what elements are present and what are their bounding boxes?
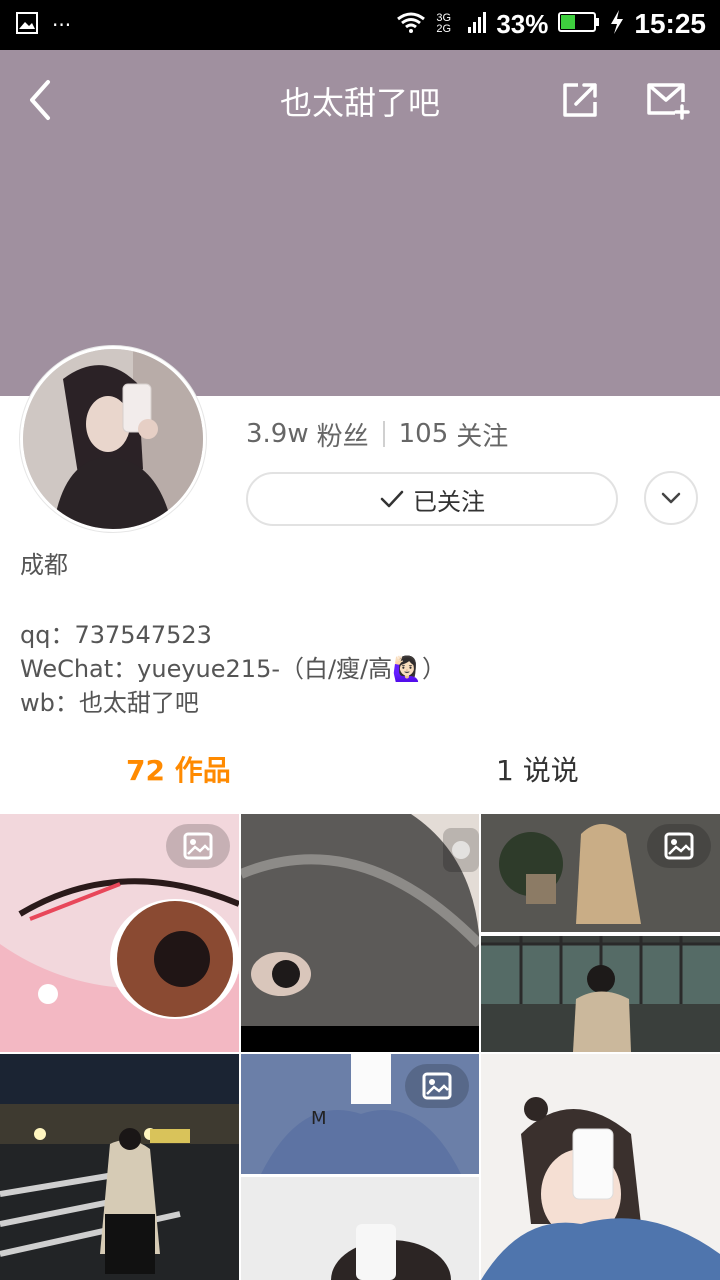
profile-bio: 成都 qq：737547523 WeChat：yueyue215-（白/瘦/高🙋… [20, 548, 710, 720]
share-icon [563, 83, 597, 117]
avatar[interactable] [20, 346, 206, 532]
works-grid: M [0, 814, 720, 1280]
followers-label[interactable]: 粉丝 [317, 416, 369, 453]
check-icon [380, 490, 404, 508]
image-badge [405, 1064, 469, 1108]
tab-works[interactable]: 72 作品 [126, 749, 231, 789]
followed-label: 已关注 [413, 487, 485, 516]
location-text: 成都 [20, 551, 68, 579]
charging-icon [610, 9, 624, 39]
grid-item[interactable] [481, 1054, 720, 1280]
share-button[interactable] [560, 80, 600, 120]
image-icon [664, 832, 694, 860]
followers-count[interactable]: 3.9w [246, 419, 309, 449]
image-icon [183, 832, 213, 860]
chevron-down-icon [661, 492, 681, 504]
video-badge [443, 828, 479, 872]
cell-signal-icon [468, 11, 487, 38]
bio-line-qq: qq：737547523 [20, 621, 212, 649]
top-bar: 也太甜了吧 [0, 50, 720, 150]
status-bar: ··· 3G 2G 33% 15:25 [0, 0, 720, 50]
bio-line-weibo: wb：也太甜了吧 [20, 689, 199, 717]
bio-line-wechat: WeChat：yueyue215-（白/瘦/高🙋🏻‍♀️） [20, 655, 447, 683]
image-notification-icon [16, 12, 38, 38]
profile-tabs: 72 作品 1 说说 [0, 735, 720, 801]
grid-item[interactable] [481, 814, 720, 1052]
image-badge [166, 824, 230, 868]
following-label[interactable]: 关注 [456, 416, 508, 453]
page-title: 也太甜了吧 [279, 84, 440, 122]
follow-stats: 3.9w 粉丝 105 关注 [246, 414, 508, 454]
grid-item[interactable] [0, 1054, 239, 1280]
svg-text:M: M [311, 1108, 327, 1129]
more-notifications-icon: ··· [52, 13, 72, 37]
mail-plus-icon [647, 83, 690, 120]
wifi-icon [396, 11, 426, 38]
grid-item[interactable]: M [241, 1054, 479, 1280]
battery-icon [558, 11, 600, 38]
grid-item[interactable] [241, 814, 479, 1052]
message-button[interactable] [645, 80, 691, 120]
image-icon [422, 1072, 452, 1100]
signal-label: 3G 2G [436, 12, 452, 35]
stats-divider [382, 421, 385, 447]
more-dropdown-button[interactable] [644, 471, 698, 525]
grid-item[interactable] [0, 814, 239, 1052]
tab-posts[interactable]: 1 说说 [496, 749, 579, 789]
image-badge [647, 824, 711, 868]
avatar-photo [23, 349, 203, 529]
followed-button[interactable]: 已关注 [246, 472, 618, 526]
following-count[interactable]: 105 [399, 419, 449, 449]
battery-percent: 33% [496, 8, 549, 39]
video-icon [452, 841, 470, 859]
clock: 15:25 [634, 8, 706, 39]
